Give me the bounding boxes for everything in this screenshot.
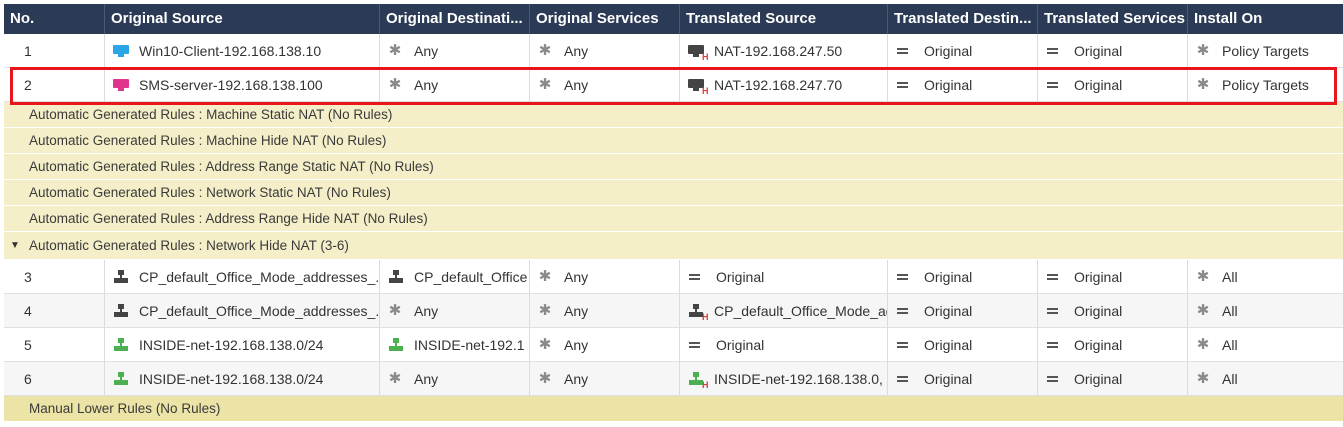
section-network-hide-nat[interactable]: ▼ Automatic Generated Rules : Network Hid… bbox=[4, 232, 1343, 260]
original-services-cell[interactable]: ✱ Any bbox=[530, 34, 680, 67]
original-icon bbox=[896, 304, 910, 318]
section-address-range-hide-nat[interactable]: Automatic Generated Rules : Address Rang… bbox=[4, 206, 1343, 232]
original-icon bbox=[896, 338, 910, 352]
table-row[interactable]: 1 Win10-Client-192.168.138.10 ✱ Any ✱ Any … bbox=[4, 34, 1343, 68]
install-on-cell[interactable]: ✱ Policy Targets bbox=[1188, 34, 1343, 67]
rule-number: 5 bbox=[4, 328, 105, 361]
any-icon: ✱ bbox=[538, 301, 552, 319]
section-address-range-static-nat[interactable]: Automatic Generated Rules : Address Rang… bbox=[4, 154, 1343, 180]
install-on-cell[interactable]: ✱ All bbox=[1188, 328, 1343, 361]
host-icon bbox=[113, 44, 129, 58]
table-header: No. Original Source Original Destinati..… bbox=[4, 4, 1343, 34]
translated-services-cell[interactable]: Original bbox=[1038, 294, 1188, 327]
rule-number: 6 bbox=[4, 362, 105, 395]
original-source-cell[interactable]: Win10-Client-192.168.138.10 bbox=[105, 34, 380, 67]
section-machine-static-nat[interactable]: Automatic Generated Rules : Machine Stat… bbox=[4, 102, 1343, 128]
network-icon bbox=[113, 371, 129, 386]
original-services-cell[interactable]: ✱ Any bbox=[530, 260, 680, 293]
original-icon bbox=[896, 44, 910, 58]
section-machine-hide-nat[interactable]: Automatic Generated Rules : Machine Hide… bbox=[4, 128, 1343, 154]
original-source-cell[interactable]: INSIDE-net-192.168.138.0/24 bbox=[105, 362, 380, 395]
translated-source-cell[interactable]: H CP_default_Office_Mode_ad bbox=[680, 294, 888, 327]
column-header-translated-services[interactable]: Translated Services bbox=[1038, 4, 1188, 34]
original-services-cell[interactable]: ✱ Any bbox=[530, 362, 680, 395]
translated-destination-cell[interactable]: Original bbox=[888, 294, 1038, 327]
rule-number: 4 bbox=[4, 294, 105, 327]
original-destination-cell[interactable]: ✱ Any bbox=[380, 294, 530, 327]
column-header-original-source[interactable]: Original Source bbox=[105, 4, 380, 34]
column-header-original-destination[interactable]: Original Destinati... bbox=[380, 4, 530, 34]
original-source-cell[interactable]: CP_default_Office_Mode_addresses_... bbox=[105, 294, 380, 327]
translated-services-cell[interactable]: Original bbox=[1038, 328, 1188, 361]
any-icon: ✱ bbox=[388, 369, 402, 387]
translated-source-cell[interactable]: H INSIDE-net-192.168.138.0, bbox=[680, 362, 888, 395]
section-manual-lower-rules[interactable]: Manual Lower Rules (No Rules) bbox=[4, 396, 1343, 422]
rule-number: 1 bbox=[4, 34, 105, 67]
translated-destination-cell[interactable]: Original bbox=[888, 260, 1038, 293]
original-icon bbox=[1046, 338, 1060, 352]
any-icon: ✱ bbox=[538, 41, 552, 59]
original-services-cell[interactable]: ✱ Any bbox=[530, 328, 680, 361]
column-header-no[interactable]: No. bbox=[4, 4, 105, 34]
translated-services-cell[interactable]: Original bbox=[1038, 362, 1188, 395]
original-icon bbox=[688, 270, 702, 284]
network-icon bbox=[113, 303, 129, 318]
rule-number: 3 bbox=[4, 260, 105, 293]
policy-targets-icon: ✱ bbox=[1196, 41, 1210, 59]
all-icon: ✱ bbox=[1196, 335, 1210, 353]
any-icon: ✱ bbox=[538, 369, 552, 387]
original-icon bbox=[1046, 304, 1060, 318]
any-icon: ✱ bbox=[388, 301, 402, 319]
host-hide-icon: H bbox=[688, 44, 709, 62]
column-header-translated-destination[interactable]: Translated Destin... bbox=[888, 4, 1038, 34]
install-on-cell[interactable]: ✱ All bbox=[1188, 362, 1343, 395]
install-on-cell[interactable]: ✱ All bbox=[1188, 294, 1343, 327]
table-row[interactable]: 5 INSIDE-net-192.168.138.0/24 INSIDE-net… bbox=[4, 328, 1343, 362]
original-icon bbox=[896, 270, 910, 284]
collapse-triangle-icon[interactable]: ▼ bbox=[10, 240, 20, 251]
any-icon: ✱ bbox=[388, 41, 402, 59]
install-on-cell[interactable]: ✱ All bbox=[1188, 260, 1343, 293]
original-icon bbox=[688, 338, 702, 352]
table-row[interactable]: 4 CP_default_Office_Mode_addresses_... ✱… bbox=[4, 294, 1343, 328]
all-icon: ✱ bbox=[1196, 369, 1210, 387]
column-header-install-on[interactable]: Install On bbox=[1188, 4, 1343, 34]
original-icon bbox=[1046, 372, 1060, 386]
original-source-cell[interactable]: CP_default_Office_Mode_addresses_... bbox=[105, 260, 380, 293]
translated-destination-cell[interactable]: Original bbox=[888, 34, 1038, 67]
network-icon bbox=[388, 269, 404, 284]
original-destination-cell[interactable]: ✱ Any bbox=[380, 34, 530, 67]
translated-destination-cell[interactable]: Original bbox=[888, 362, 1038, 395]
original-source-cell[interactable]: INSIDE-net-192.168.138.0/24 bbox=[105, 328, 380, 361]
translated-source-cell[interactable]: H NAT-192.168.247.50 bbox=[680, 34, 888, 67]
network-icon bbox=[113, 269, 129, 284]
network-hide-icon: H bbox=[688, 303, 709, 322]
original-icon bbox=[1046, 270, 1060, 284]
network-icon bbox=[388, 337, 404, 352]
original-destination-cell[interactable]: INSIDE-net-192.1 bbox=[380, 328, 530, 361]
section-network-static-nat[interactable]: Automatic Generated Rules : Network Stat… bbox=[4, 180, 1343, 206]
table-row[interactable]: 6 INSIDE-net-192.168.138.0/24 ✱ Any ✱ Any … bbox=[4, 362, 1343, 396]
any-icon: ✱ bbox=[538, 267, 552, 285]
translated-source-cell[interactable]: Original bbox=[680, 328, 888, 361]
network-icon bbox=[113, 337, 129, 352]
selection-highlight-box bbox=[10, 67, 1337, 105]
all-icon: ✱ bbox=[1196, 267, 1210, 285]
translated-destination-cell[interactable]: Original bbox=[888, 328, 1038, 361]
network-hide-icon: H bbox=[688, 371, 709, 390]
translated-source-cell[interactable]: Original bbox=[680, 260, 888, 293]
table-row[interactable]: 3 CP_default_Office_Mode_addresses_... C… bbox=[4, 260, 1343, 294]
all-icon: ✱ bbox=[1196, 301, 1210, 319]
original-icon bbox=[896, 372, 910, 386]
original-destination-cell[interactable]: CP_default_Office bbox=[380, 260, 530, 293]
original-icon bbox=[1046, 44, 1060, 58]
column-header-translated-source[interactable]: Translated Source bbox=[680, 4, 888, 34]
translated-services-cell[interactable]: Original bbox=[1038, 34, 1188, 67]
original-services-cell[interactable]: ✱ Any bbox=[530, 294, 680, 327]
original-destination-cell[interactable]: ✱ Any bbox=[380, 362, 530, 395]
translated-services-cell[interactable]: Original bbox=[1038, 260, 1188, 293]
any-icon: ✱ bbox=[538, 335, 552, 353]
column-header-original-services[interactable]: Original Services bbox=[530, 4, 680, 34]
